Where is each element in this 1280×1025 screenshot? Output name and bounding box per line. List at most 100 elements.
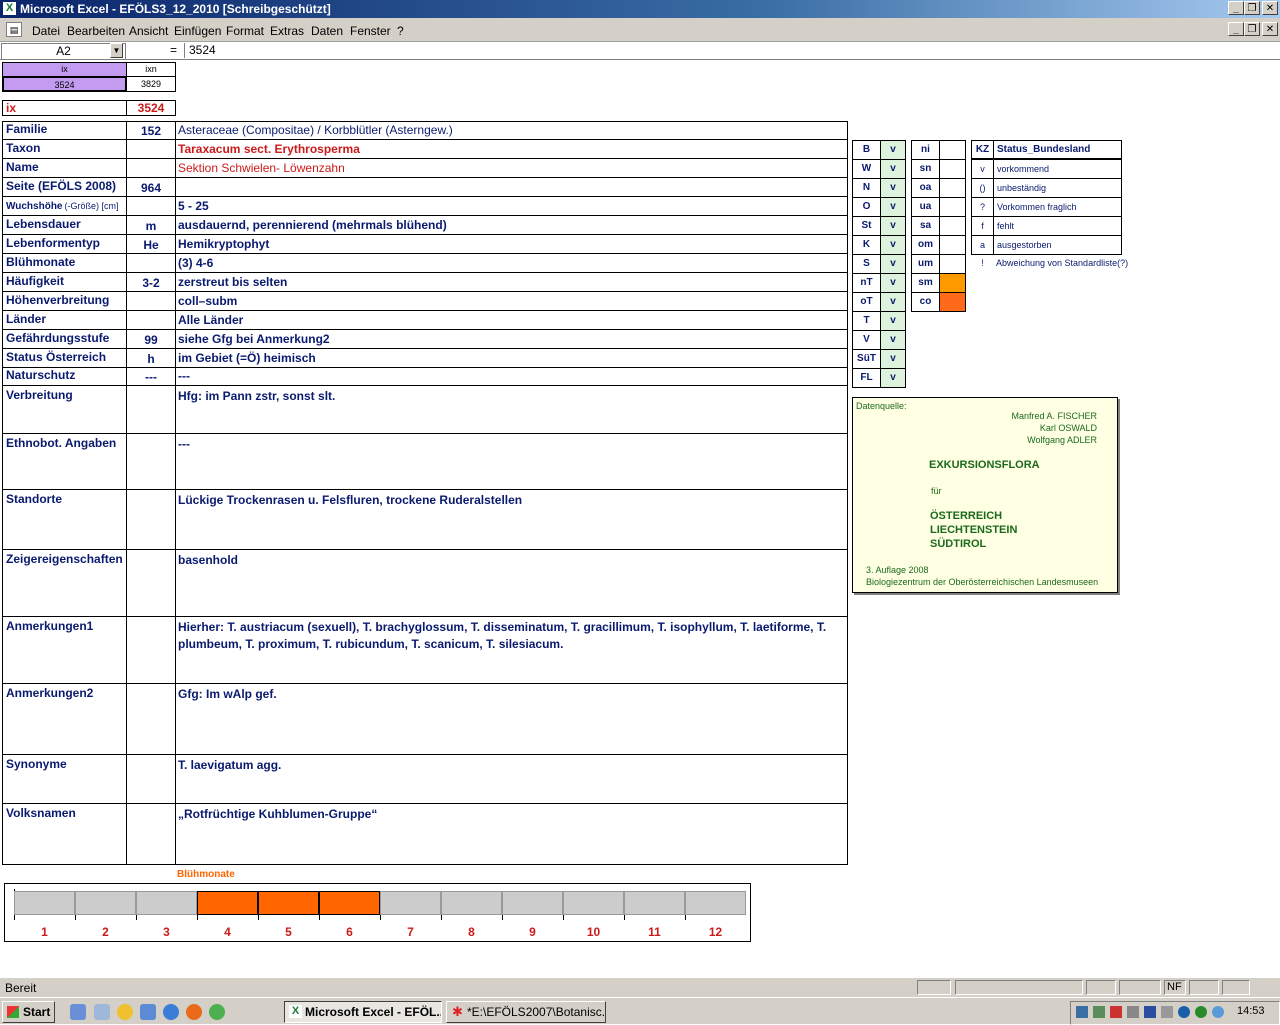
row-code[interactable]: --- [126, 367, 176, 386]
menu-help[interactable]: ? [397, 24, 404, 38]
row-code[interactable]: 3-2 [126, 272, 176, 292]
row-value[interactable]: zerstreut bis selten [175, 272, 848, 292]
task-editor[interactable]: ✱ *E:\EFÖLS2007\Botanisc... [446, 1001, 606, 1023]
altitude-status[interactable] [939, 292, 966, 312]
menu-bearbeiten[interactable]: Bearbeiten [67, 24, 125, 38]
row-code[interactable] [126, 139, 176, 159]
tray-icon[interactable] [1144, 1006, 1156, 1018]
row-value[interactable]: Hemikryptophyt [175, 234, 848, 254]
note-value[interactable]: Hfg: im Pann zstr, sonst slt. [175, 385, 848, 434]
minimize-icon[interactable]: _ [1228, 1, 1244, 15]
row-code[interactable] [126, 158, 176, 178]
selected-cell[interactable]: 3524 [2, 76, 127, 92]
row-value[interactable]: Taraxacum sect. Erythrosperma [175, 139, 848, 159]
region-status[interactable]: v [880, 140, 906, 160]
index-value-ixn[interactable]: 3829 [126, 76, 176, 92]
note-code[interactable] [126, 433, 176, 490]
row-code[interactable]: 152 [126, 121, 176, 140]
region-status[interactable]: v [880, 349, 906, 369]
note-code[interactable] [126, 754, 176, 804]
region-status[interactable]: v [880, 292, 906, 312]
doc-minimize-icon[interactable]: _ [1228, 22, 1244, 36]
row-value[interactable]: 5 - 25 [175, 196, 848, 216]
row-code[interactable]: 99 [126, 329, 176, 349]
row-value[interactable]: (3) 4-6 [175, 253, 848, 273]
tray-icon[interactable] [1178, 1006, 1190, 1018]
menu-fenster[interactable]: Fenster [350, 24, 391, 38]
altitude-status[interactable] [939, 178, 966, 198]
row-code[interactable]: 964 [126, 177, 176, 197]
region-status[interactable]: v [880, 216, 906, 236]
row-code[interactable]: h [126, 348, 176, 368]
altitude-status[interactable] [939, 235, 966, 255]
row-value[interactable] [175, 177, 848, 197]
altitude-status[interactable] [939, 254, 966, 274]
worksheet[interactable]: ix ixn 3524 3829 ix 3524 KZ Status_Bunde… [0, 60, 1280, 977]
row-value[interactable]: im Gebiet (=Ö) heimisch [175, 348, 848, 368]
note-code[interactable] [126, 489, 176, 550]
menu-daten[interactable]: Daten [311, 24, 343, 38]
region-status[interactable]: v [880, 254, 906, 274]
region-status[interactable]: v [880, 273, 906, 293]
note-code[interactable] [126, 803, 176, 865]
workbook-icon[interactable]: ▤ [6, 22, 22, 37]
tray-icon[interactable] [1076, 1006, 1088, 1018]
explorer-icon[interactable] [94, 1004, 110, 1020]
tray-icon[interactable] [1110, 1006, 1122, 1018]
internet-explorer-icon[interactable] [163, 1004, 179, 1020]
altitude-status[interactable] [939, 273, 966, 293]
desktop-icon[interactable] [70, 1004, 86, 1020]
menu-datei[interactable]: Datei [32, 24, 60, 38]
row-code[interactable]: m [126, 215, 176, 235]
note-value[interactable]: T. laevigatum agg. [175, 754, 848, 804]
altitude-status[interactable] [939, 140, 966, 160]
tray-icon[interactable] [1195, 1006, 1207, 1018]
note-value[interactable]: Lückige Trockenrasen u. Felsfluren, troc… [175, 489, 848, 550]
note-value[interactable]: Hierher: T. austriacum (sexuell), T. bra… [175, 616, 848, 684]
note-value[interactable]: Gfg: Im wAlp gef. [175, 683, 848, 755]
tray-icon[interactable] [1127, 1006, 1139, 1018]
tray-icon[interactable] [1212, 1006, 1224, 1018]
menu-einfuegen[interactable]: Einfügen [174, 24, 221, 38]
firefox-icon[interactable] [186, 1004, 202, 1020]
row-value[interactable]: coll–subm [175, 291, 848, 311]
row-value[interactable]: --- [175, 367, 848, 386]
altitude-status[interactable] [939, 216, 966, 236]
region-status[interactable]: v [880, 235, 906, 255]
doc-close-icon[interactable]: ✕ [1262, 22, 1278, 36]
note-value[interactable]: --- [175, 433, 848, 490]
row-value[interactable]: Alle Länder [175, 310, 848, 330]
altitude-status[interactable] [939, 159, 966, 179]
tray-icon[interactable] [1093, 1006, 1105, 1018]
altitude-status[interactable] [939, 197, 966, 217]
note-value[interactable]: „Rotfrüchtige Kuhblumen-Gruppe“ [175, 803, 848, 865]
network-icon[interactable] [140, 1004, 156, 1020]
menu-ansicht[interactable]: Ansicht [129, 24, 168, 38]
region-status[interactable]: v [880, 330, 906, 350]
media-player-icon[interactable] [117, 1004, 133, 1020]
note-code[interactable] [126, 549, 176, 617]
region-status[interactable]: v [880, 197, 906, 217]
row-value[interactable]: siehe Gfg bei Anmerkung2 [175, 329, 848, 349]
menu-format[interactable]: Format [226, 24, 264, 38]
tray-icon[interactable] [1161, 1006, 1173, 1018]
note-code[interactable] [126, 683, 176, 755]
name-box[interactable]: A2 [1, 43, 126, 60]
ix-value[interactable]: 3524 [126, 100, 176, 116]
row-code[interactable] [126, 310, 176, 330]
menu-extras[interactable]: Extras [270, 24, 304, 38]
restore-icon[interactable]: ❐ [1244, 1, 1260, 15]
row-code[interactable]: He [126, 234, 176, 254]
note-value[interactable]: basenhold [175, 549, 848, 617]
formula-input[interactable]: 3524 [184, 43, 1280, 58]
region-status[interactable]: v [880, 311, 906, 331]
note-code[interactable] [126, 385, 176, 434]
note-code[interactable] [126, 616, 176, 684]
region-status[interactable]: v [880, 159, 906, 179]
chevron-down-icon[interactable]: ▼ [110, 43, 123, 58]
task-excel[interactable]: X Microsoft Excel - EFÖL... [284, 1001, 442, 1023]
region-status[interactable]: v [880, 368, 906, 388]
row-value[interactable]: ausdauernd, perennierend (mehrmals blühe… [175, 215, 848, 235]
row-code[interactable] [126, 291, 176, 311]
doc-restore-icon[interactable]: ❐ [1244, 22, 1260, 36]
